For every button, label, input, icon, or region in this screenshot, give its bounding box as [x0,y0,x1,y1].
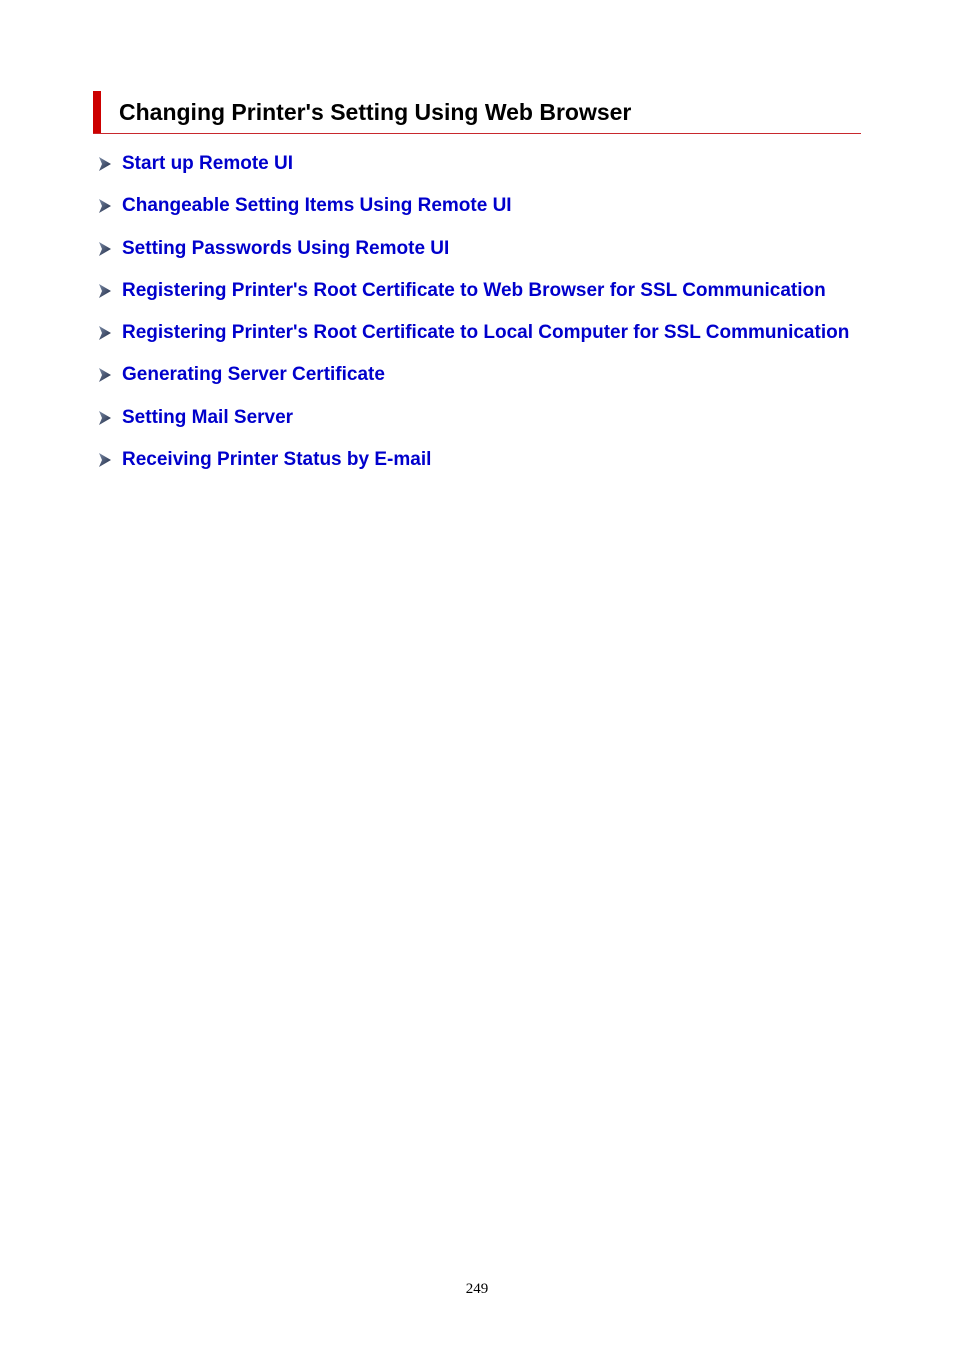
arrow-right-icon [99,368,111,382]
list-item[interactable]: Generating Server Certificate [98,361,385,389]
list-item[interactable]: Start up Remote UI [98,150,293,178]
arrow-right-icon [99,199,111,213]
list-item[interactable]: Changeable Setting Items Using Remote UI [98,192,512,220]
link-root-cert-web-browser[interactable]: Registering Printer's Root Certificate t… [122,280,826,302]
arrow-right-icon [99,326,111,340]
list-item[interactable]: Receiving Printer Status by E-mail [98,446,431,474]
arrow-right-icon [99,284,111,298]
arrow-right-icon [99,411,111,425]
list-item[interactable]: Setting Passwords Using Remote UI [98,235,449,263]
arrow-right-icon [99,453,111,467]
link-root-cert-local-computer[interactable]: Registering Printer's Root Certificate t… [122,322,849,344]
link-start-up-remote-ui[interactable]: Start up Remote UI [122,153,293,175]
link-setting-mail-server[interactable]: Setting Mail Server [122,407,293,429]
list-item[interactable]: Setting Mail Server [98,404,293,432]
arrow-right-icon [99,157,111,171]
link-generating-server-certificate[interactable]: Generating Server Certificate [122,364,385,386]
arrow-right-icon [99,242,111,256]
list-item[interactable]: Registering Printer's Root Certificate t… [98,277,826,305]
link-setting-passwords[interactable]: Setting Passwords Using Remote UI [122,238,449,260]
link-changeable-setting-items[interactable]: Changeable Setting Items Using Remote UI [122,195,512,217]
link-receiving-printer-status[interactable]: Receiving Printer Status by E-mail [122,449,431,471]
page-number: 249 [465,1281,489,1297]
heading-accent-bar [93,91,101,133]
list-item[interactable]: Registering Printer's Root Certificate t… [98,319,849,347]
section-heading: Changing Printer's Setting Using Web Bro… [93,91,861,134]
page-title: Changing Printer's Setting Using Web Bro… [119,99,632,125]
